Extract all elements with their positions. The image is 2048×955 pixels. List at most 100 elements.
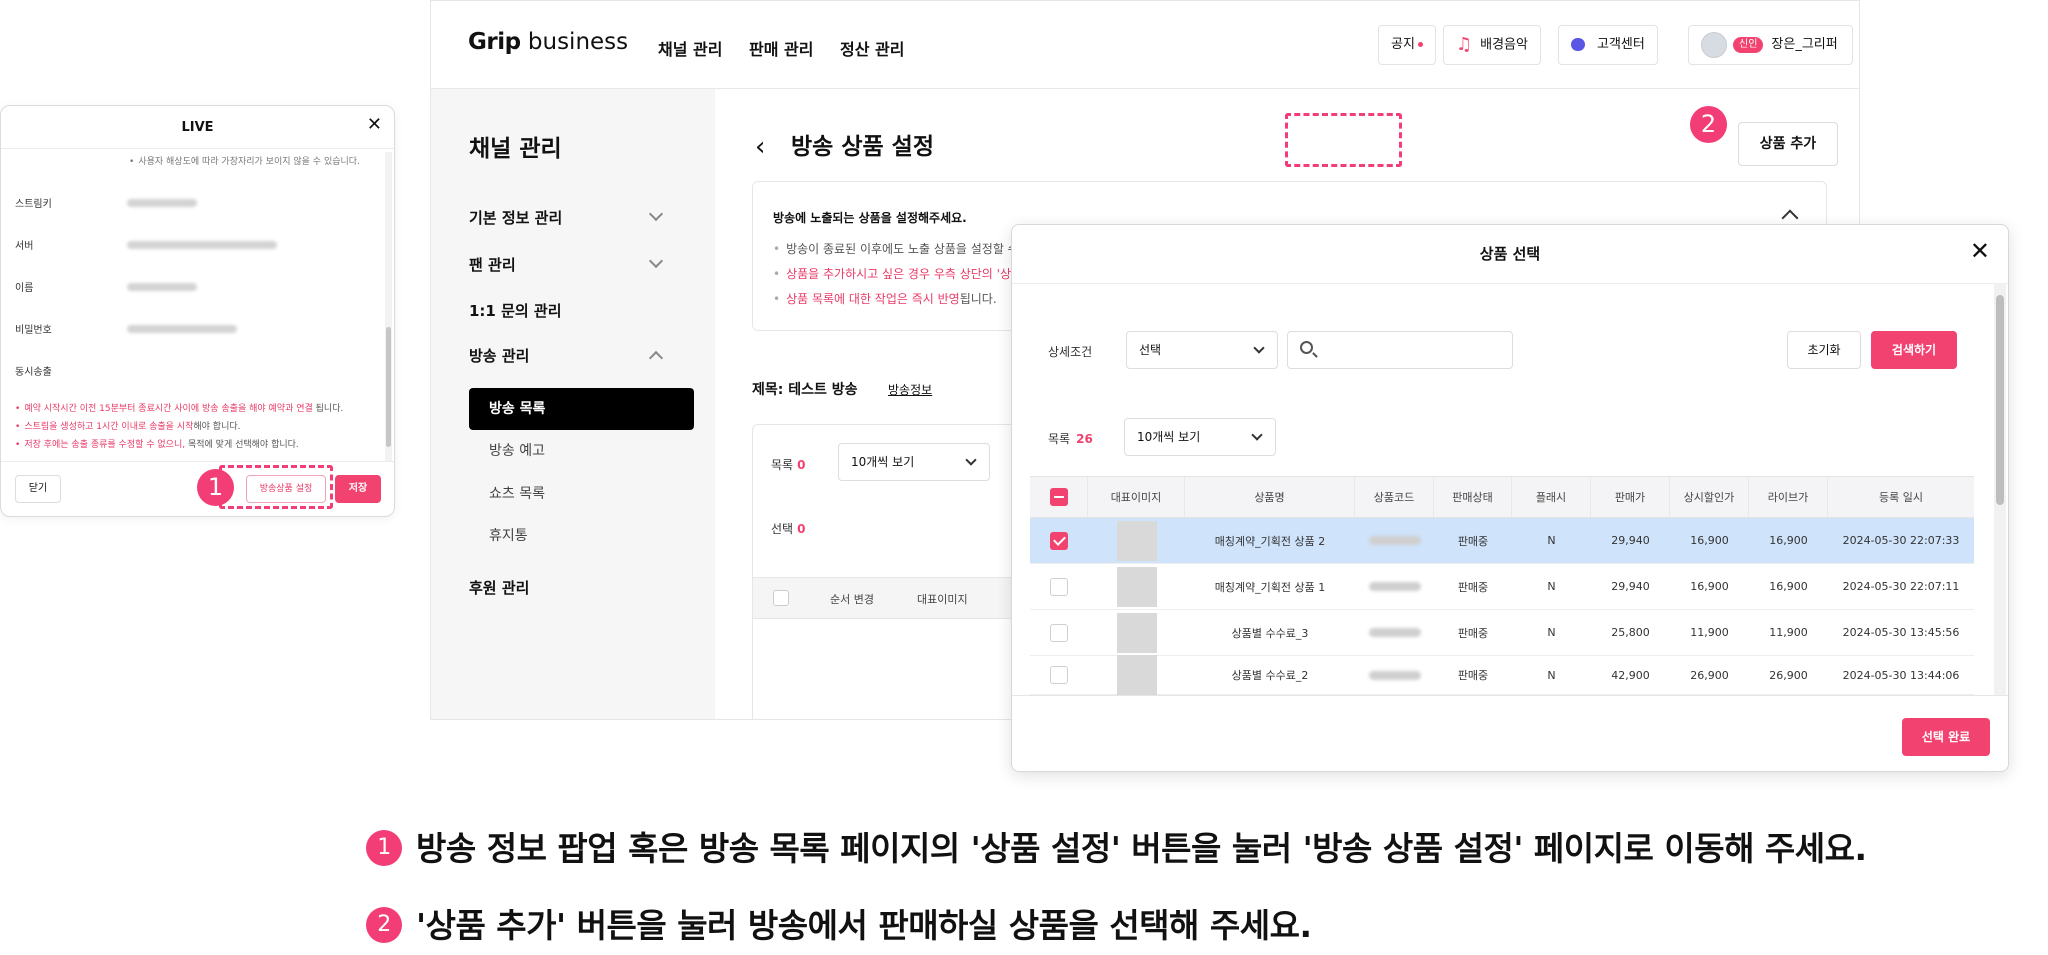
list-count-label: 목록 26 (1048, 432, 1093, 446)
search-button[interactable]: 검색하기 (1871, 331, 1957, 369)
close-icon[interactable]: ✕ (1970, 237, 1990, 265)
chevron-down-icon (965, 454, 977, 466)
warning-item: 저장 후에는 송출 종류를 수정할 수 없으니, 목적에 맞게 선택해야 합니다… (15, 437, 298, 450)
col-code: 상품코드 (1355, 477, 1434, 517)
live-popup-title: LIVE (181, 120, 214, 135)
product-name: 상품별 수수료_3 (1231, 626, 1309, 640)
chevron-down-icon[interactable] (648, 253, 664, 269)
sidebar-sub-broadcast-preview[interactable]: 방송 예고 (469, 430, 694, 472)
broadcast-info-link[interactable]: 방송정보 (888, 381, 932, 398)
select-all-checkbox[interactable] (773, 590, 789, 606)
select-all-cell[interactable] (1030, 477, 1088, 517)
support-button[interactable]: 고객센터 (1558, 25, 1658, 65)
table-header: 대표이미지 상품명 상품코드 판매상태 플래시 판매가 상시할인가 라이브가 등… (1030, 476, 1974, 518)
chevron-down-icon[interactable] (648, 206, 664, 222)
nav-sales[interactable]: 판매 관리 (749, 36, 813, 60)
server-value (127, 241, 277, 249)
table-row[interactable]: 상품별 수수료_2 판매중 N 42,900 26,900 26,900 202… (1030, 655, 1974, 695)
sale-status: 판매중 (1457, 669, 1489, 682)
col-price: 판매가 (1591, 477, 1670, 517)
col-discount: 상시할인가 (1670, 477, 1749, 517)
back-icon[interactable]: ‹ (755, 132, 765, 162)
product-name: 매칭계약_기획전 상품 2 (1214, 534, 1326, 548)
reset-button[interactable]: 초기화 (1787, 331, 1861, 369)
info-item: 상품 목록에 대한 작업은 즉시 반영됩니다. (773, 290, 997, 307)
per-page-select[interactable]: 10개씩 보기 (838, 443, 990, 481)
product-code (1368, 582, 1421, 591)
add-product-button[interactable]: 상품 추가 (1738, 122, 1838, 166)
sidebar-item-inquiry[interactable]: 1:1 문의 관리 (469, 300, 562, 321)
selected-count-label: 선택 0 (771, 522, 806, 536)
row-checkbox[interactable] (1050, 531, 1068, 550)
step-badge-2: 2 (366, 906, 402, 943)
close-icon[interactable]: ✕ (367, 114, 382, 135)
sidebar-item-broadcast[interactable]: 방송 관리 (469, 345, 529, 366)
close-button[interactable]: 닫기 (15, 475, 61, 503)
modal-title: 상품 선택 (1479, 245, 1541, 263)
name-label: 이름 (15, 283, 34, 294)
password-value (127, 325, 237, 333)
live-price: 11,900 (1769, 626, 1808, 639)
product-thumbnail (1116, 520, 1157, 561)
select-done-button[interactable]: 선택 완료 (1902, 718, 1990, 756)
row-checkbox[interactable] (1050, 623, 1068, 642)
stream-key-value (127, 199, 197, 207)
sidebar-sub-shorts[interactable]: 쇼츠 목록 (469, 473, 694, 515)
notice-button[interactable]: 공지 (1378, 25, 1436, 65)
divider (1012, 695, 2008, 696)
step-badge-2: 2 (1690, 106, 1727, 143)
divider (1012, 283, 2008, 284)
registered-date: 2024-05-30 13:45:56 (1842, 626, 1960, 639)
col-flash: 플래시 (1512, 477, 1591, 517)
nav-settlement[interactable]: 정산 관리 (840, 36, 904, 60)
nav-channel[interactable]: 채널 관리 (658, 36, 722, 60)
divider (1, 148, 394, 149)
select-all-checkbox[interactable] (1049, 488, 1068, 506)
scrollbar[interactable] (385, 152, 392, 462)
product-code (1368, 536, 1421, 545)
product-code (1368, 628, 1421, 637)
info-item: 상품을 추가하시고 싶은 경우 우측 상단의 '상 (773, 265, 1011, 282)
table-row[interactable]: 상품별 수수료_3 판매중 N 25,800 11,900 11,900 202… (1030, 610, 1974, 656)
per-page-select[interactable]: 10개씩 보기 (1124, 418, 1276, 456)
col-image: 대표이미지 (917, 593, 968, 606)
instruction-2: 2 '상품 추가' 버튼을 눌러 방송에서 판매하실 상품을 선택해 주세요. (366, 899, 1312, 947)
discount-price: 26,900 (1690, 668, 1729, 682)
sidebar: 채널 관리 기본 정보 관리 팬 관리 1:1 문의 관리 방송 관리 방송 목… (431, 89, 715, 719)
col-date: 등록 일시 (1879, 491, 1923, 504)
live-popup: LIVE ✕ 사용자 해상도에 따라 가장자리가 보이지 않을 수 있습니다. … (0, 105, 395, 517)
detail-condition-select[interactable]: 선택 (1126, 331, 1278, 369)
table-row[interactable]: 매칭계약_기획전 상품 1 판매중 N 29,940 16,900 16,900… (1030, 564, 1974, 610)
table-row[interactable]: 매칭계약_기획전 상품 2 판매중 N 29,940 16,900 16,900… (1030, 518, 1974, 564)
save-button[interactable]: 저장 (335, 475, 381, 503)
price: 42,900 (1611, 668, 1650, 682)
col-name: 상품명 (1185, 477, 1355, 517)
detail-condition-label: 상세조건 (1048, 345, 1093, 359)
logo[interactable]: Grip business (468, 29, 628, 55)
sidebar-sub-trash[interactable]: 휴지통 (469, 515, 694, 557)
info-heading: 방송에 노출되는 상품을 설정해주세요. (773, 211, 967, 225)
sidebar-item-fans[interactable]: 팬 관리 (469, 254, 516, 275)
row-checkbox[interactable] (1050, 577, 1068, 596)
step-badge-1: 1 (197, 469, 234, 506)
flash: N (1547, 626, 1556, 639)
sidebar-item-sponsor[interactable]: 후원 관리 (469, 577, 529, 598)
flash: N (1547, 534, 1556, 547)
instruction-1: 1 방송 정보 팝업 혹은 방송 목록 페이지의 '상품 설정' 버튼을 눌러 '… (366, 822, 1867, 870)
chevron-up-icon[interactable] (648, 350, 664, 366)
row-checkbox[interactable] (1050, 666, 1068, 684)
sidebar-sub-broadcast-list[interactable]: 방송 목록 (469, 388, 694, 430)
live-price: 16,900 (1769, 534, 1808, 547)
price: 29,940 (1611, 534, 1650, 547)
user-menu[interactable]: 신인 장은_그리퍼 (1688, 25, 1853, 65)
price: 25,800 (1611, 626, 1650, 639)
registered-date: 2024-05-30 22:07:33 (1842, 534, 1960, 547)
highlight-box-1 (219, 465, 333, 509)
search-input[interactable] (1287, 331, 1513, 369)
scrollbar[interactable] (1994, 283, 2006, 695)
sidebar-item-basic-info[interactable]: 기본 정보 관리 (469, 207, 562, 228)
notice-dot-icon (1417, 42, 1423, 47)
music-button[interactable]: ♫ 배경음악 (1443, 25, 1541, 65)
music-note-icon: ♫ (1456, 34, 1473, 55)
product-thumbnail (1116, 566, 1157, 607)
